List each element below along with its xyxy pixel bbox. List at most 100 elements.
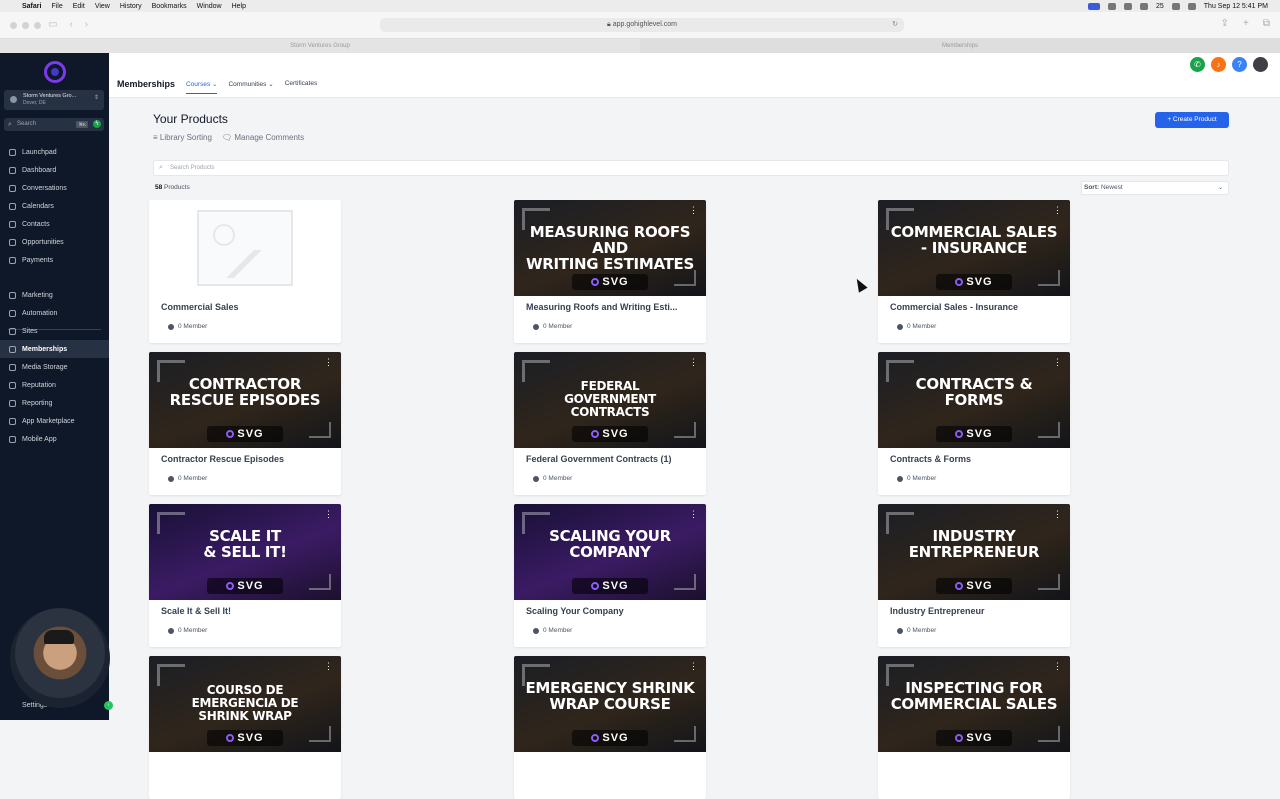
sidebar-item-calendars[interactable]: Calendars xyxy=(0,197,109,215)
product-thumbnail[interactable]: COURSO DE EMERGENCIA DE SHRINK WRAP SVG ⋮ xyxy=(149,656,341,752)
megaphone-icon[interactable]: ✆ xyxy=(1190,57,1205,72)
search-products-input[interactable]: ⌕ Search Products xyxy=(153,160,1229,176)
browser-tab[interactable]: Storm Ventures Group xyxy=(0,39,640,53)
app-logo[interactable] xyxy=(44,61,66,83)
reload-icon[interactable]: ↻ xyxy=(892,18,898,32)
check-count[interactable]: 25 xyxy=(1156,3,1164,10)
tab-communities[interactable]: Communities ⌄ xyxy=(228,80,273,94)
menu-window[interactable]: Window xyxy=(197,3,222,10)
sidebar-item-app-marketplace[interactable]: App Marketplace xyxy=(0,412,109,430)
more-options-icon[interactable]: ⋮ xyxy=(689,662,698,671)
status-icon[interactable] xyxy=(1139,2,1148,10)
product-thumbnail[interactable]: SCALE IT & SELL IT! SVG ⋮ xyxy=(149,504,341,600)
menu-file[interactable]: File xyxy=(51,3,62,10)
search-icon[interactable] xyxy=(1187,2,1196,10)
product-card[interactable]: EMERGENCY SHRINK WRAP COURSE SVG ⋮ xyxy=(514,656,706,799)
product-name[interactable]: Industry Entrepreneur xyxy=(890,606,1062,616)
product-card[interactable]: COURSO DE EMERGENCIA DE SHRINK WRAP SVG ⋮ xyxy=(149,656,341,799)
sidebar-item-reputation[interactable]: Reputation xyxy=(0,376,109,394)
tab-overview-icon[interactable]: ⧉ xyxy=(1263,18,1270,29)
sidebar-item-opportunities[interactable]: Opportunities xyxy=(0,233,109,251)
bell-icon[interactable]: ♪ xyxy=(1211,57,1226,72)
tab-courses[interactable]: Courses ⌄ xyxy=(186,80,218,94)
product-name[interactable]: Commercial Sales - Insurance xyxy=(890,302,1062,312)
new-tab-icon[interactable]: + xyxy=(1243,18,1249,29)
sidebar-item-reporting[interactable]: Reporting xyxy=(0,394,109,412)
more-options-icon[interactable]: ⋮ xyxy=(1053,206,1062,215)
product-thumbnail[interactable] xyxy=(149,200,341,296)
product-name[interactable]: Scale It & Sell It! xyxy=(161,606,333,616)
quick-action-icon[interactable]: ϟ xyxy=(93,120,101,128)
product-name[interactable]: Scaling Your Company xyxy=(526,606,698,616)
more-options-icon[interactable]: ⋮ xyxy=(689,510,698,519)
manage-comments-link[interactable]: 🗨︎ Manage Comments xyxy=(222,133,304,142)
create-product-button[interactable]: + Create Product xyxy=(1155,112,1229,128)
more-options-icon[interactable]: ⋮ xyxy=(689,358,698,367)
product-card[interactable]: CONTRACTS & FORMS SVG ⋮ Contracts & Forms 0 … xyxy=(878,352,1070,495)
sidebar-item-payments[interactable]: Payments xyxy=(0,251,109,269)
product-card[interactable]: CONTRACTOR RESCUE EPISODES SVG ⋮ Contractor… xyxy=(149,352,341,495)
product-card[interactable]: COMMERCIAL SALES - INSURANCE SVG ⋮ Commerci… xyxy=(878,200,1070,343)
close-window-button[interactable] xyxy=(10,22,17,29)
account-switcher[interactable]: Storm Ventures Gro... Dover, DE ⇕ xyxy=(4,90,104,110)
product-thumbnail[interactable]: SCALING YOUR COMPANY SVG ⋮ xyxy=(514,504,706,600)
product-name[interactable]: Contractor Rescue Episodes xyxy=(161,454,333,464)
product-name[interactable]: Measuring Roofs and Writing Esti... xyxy=(526,302,698,312)
address-bar[interactable]: 🔒︎ app.gohighlevel.com ↻ xyxy=(380,18,904,32)
screen-record-icon[interactable] xyxy=(1087,2,1100,10)
more-options-icon[interactable]: ⋮ xyxy=(324,358,333,367)
product-thumbnail[interactable]: CONTRACTS & FORMS SVG ⋮ xyxy=(878,352,1070,448)
avatar[interactable] xyxy=(1253,57,1268,72)
more-options-icon[interactable]: ⋮ xyxy=(689,206,698,215)
sort-dropdown[interactable]: Sort: Newest ⌄ xyxy=(1081,181,1229,195)
back-icon[interactable]: ‹ xyxy=(69,19,72,30)
clock[interactable]: Thu Sep 12 5:41 PM xyxy=(1204,3,1268,10)
product-name[interactable]: Federal Government Contracts (1) xyxy=(526,454,698,464)
sidebar-item-marketing[interactable]: Marketing xyxy=(0,286,109,304)
sidebar-toggle-icon[interactable]: ▭ xyxy=(48,19,57,30)
wifi-icon[interactable] xyxy=(1171,2,1180,10)
product-card[interactable]: MEASURING ROOFS AND WRITING ESTIMATES SVG… xyxy=(514,200,706,343)
product-thumbnail[interactable]: INSPECTING FOR COMMERCIAL SALES SVG ⋮ xyxy=(878,656,1070,752)
product-thumbnail[interactable]: CONTRACTOR RESCUE EPISODES SVG ⋮ xyxy=(149,352,341,448)
sidebar-item-mobile-app[interactable]: Mobile App xyxy=(0,430,109,448)
share-icon[interactable]: ⇪ xyxy=(1221,18,1229,29)
menu-history[interactable]: History xyxy=(120,3,142,10)
browser-tab-active[interactable]: Memberships xyxy=(640,39,1280,53)
sidebar-item-memberships[interactable]: Memberships xyxy=(0,340,109,358)
more-options-icon[interactable]: ⋮ xyxy=(1053,510,1062,519)
product-thumbnail[interactable]: EMERGENCY SHRINK WRAP COURSE SVG ⋮ xyxy=(514,656,706,752)
more-options-icon[interactable]: ⋮ xyxy=(324,510,333,519)
product-card[interactable]: SCALING YOUR COMPANY SVG ⋮ Scaling Your Com… xyxy=(514,504,706,647)
product-card[interactable]: Commercial Sales 0 Member xyxy=(149,200,341,343)
menu-edit[interactable]: Edit xyxy=(73,3,85,10)
product-card[interactable]: INDUSTRY ENTREPRENEUR SVG ⋮ Industry Entrep… xyxy=(878,504,1070,647)
sidebar-item-automation[interactable]: Automation xyxy=(0,304,109,322)
product-card[interactable]: INSPECTING FOR COMMERCIAL SALES SVG ⋮ xyxy=(878,656,1070,799)
help-icon[interactable]: ? xyxy=(1232,57,1247,72)
sidebar-item-dashboard[interactable]: Dashboard xyxy=(0,161,109,179)
sidebar-item-contacts[interactable]: Contacts xyxy=(0,215,109,233)
product-name[interactable]: Contracts & Forms xyxy=(890,454,1062,464)
product-card[interactable]: SCALE IT & SELL IT! SVG ⋮ Scale It & Sell I… xyxy=(149,504,341,647)
sidebar-item-sites[interactable]: Sites xyxy=(0,322,109,340)
library-sorting-link[interactable]: ≡ Library Sorting xyxy=(153,133,212,142)
sidebar-item-conversations[interactable]: Conversations xyxy=(0,179,109,197)
menu-help[interactable]: Help xyxy=(232,3,246,10)
more-options-icon[interactable]: ⋮ xyxy=(1053,662,1062,671)
status-icon[interactable] xyxy=(1107,2,1116,10)
product-thumbnail[interactable]: COMMERCIAL SALES - INSURANCE SVG ⋮ xyxy=(878,200,1070,296)
menu-view[interactable]: View xyxy=(95,3,110,10)
forward-icon[interactable]: › xyxy=(85,19,88,30)
more-options-icon[interactable]: ⋮ xyxy=(324,662,333,671)
menu-bookmarks[interactable]: Bookmarks xyxy=(152,3,187,10)
sidebar-item-launchpad[interactable]: Launchpad xyxy=(0,143,109,161)
more-options-icon[interactable]: ⋮ xyxy=(1053,358,1062,367)
menu-app-name[interactable]: Safari xyxy=(22,3,41,10)
status-icon[interactable] xyxy=(1123,2,1132,10)
product-thumbnail[interactable]: MEASURING ROOFS AND WRITING ESTIMATES SVG… xyxy=(514,200,706,296)
tab-certificates[interactable]: Certificates xyxy=(285,80,318,94)
sidebar-search[interactable]: ⌕ Search ⌘K ϟ xyxy=(4,118,104,131)
zoom-window-button[interactable] xyxy=(34,22,41,29)
product-thumbnail[interactable]: INDUSTRY ENTREPRENEUR SVG ⋮ xyxy=(878,504,1070,600)
